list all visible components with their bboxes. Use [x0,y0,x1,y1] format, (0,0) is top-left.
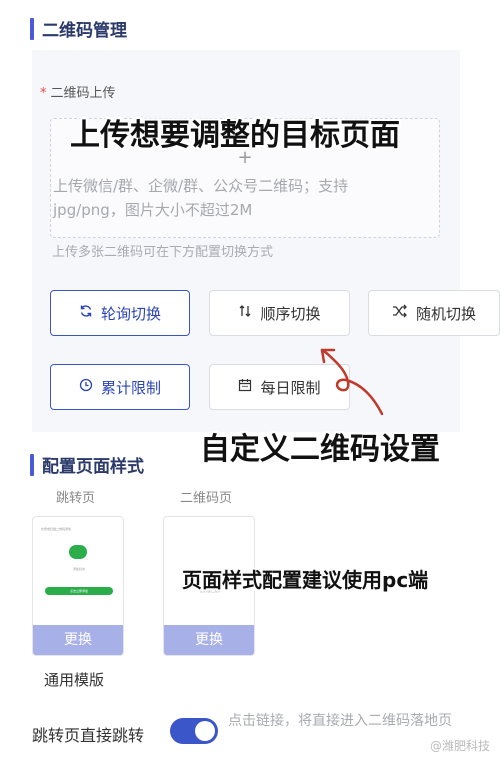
qr-page-replace-button[interactable]: 更换 [164,625,254,655]
qr-upload-label-text: 二维码上传 [50,86,116,101]
template-name: 通用模版 [44,671,105,689]
upload-hint: 上传多张二维码可在下方配置切换方式 [52,245,274,260]
overlay-caption-top: 上传想要调整的目标页面 [70,118,400,153]
sort-arrows-icon [238,304,252,322]
required-mark: * [40,86,47,101]
preview-header-text: 长按或扫描二维码添加 [41,527,72,531]
qr-upload-label: * 二维码上传 [40,82,116,101]
overlay-caption-middle: 自定义二维码设置 [200,432,440,467]
shuffle-icon [392,304,408,322]
option-round-robin-label: 轮询切换 [100,304,161,323]
option-cumulative-limit-label: 累计限制 [100,378,161,397]
title-accent-bar [30,453,34,476]
option-sequential-label: 顺序切换 [260,304,321,323]
redirect-page-preview-card[interactable]: 长按或扫描二维码添加 添加好友 点击立即添加 更换 [32,516,124,656]
qr-management-title: 二维码管理 [30,16,127,41]
refresh-icon [79,304,93,322]
wechat-icon [69,545,87,559]
page-style-title: 配置页面样式 [30,452,144,477]
option-cumulative-limit[interactable]: 累计限制 [50,364,190,410]
redirect-page-replace-button[interactable]: 更换 [33,625,123,655]
clock-icon [79,378,93,396]
annotation-arrow-icon [320,348,384,416]
qr-management-title-text: 二维码管理 [42,21,127,41]
preview-subtext: 添加好友 [72,567,85,571]
option-random-label: 随机切换 [415,304,476,323]
preview-add-button: 点击立即添加 [45,587,113,595]
option-random[interactable]: 随机切换 [368,290,500,336]
redirect-page-column-label: 跳转页 [56,491,96,506]
toggle-knob [195,721,215,741]
direct-redirect-description: 点击链接，将直接进入二维码落地页 [228,713,452,729]
direct-redirect-label: 跳转页直接跳转 [32,726,145,745]
option-sequential[interactable]: 顺序切换 [209,290,350,336]
upload-description: 上传微信/群、企微/群、公众号二维码；支持jpg/png，图片大小不超过2M [53,177,349,219]
watermark: @潍肥科技 [429,739,490,753]
option-round-robin[interactable]: 轮询切换 [50,290,190,336]
qr-page-column-label: 二维码页 [180,491,233,506]
calendar-icon [238,378,252,396]
overlay-caption-bottom: 页面样式配置建议使用pc端 [182,568,429,592]
title-accent-bar [30,17,34,40]
direct-redirect-toggle[interactable] [170,718,218,744]
page-style-title-text: 配置页面样式 [42,457,144,477]
